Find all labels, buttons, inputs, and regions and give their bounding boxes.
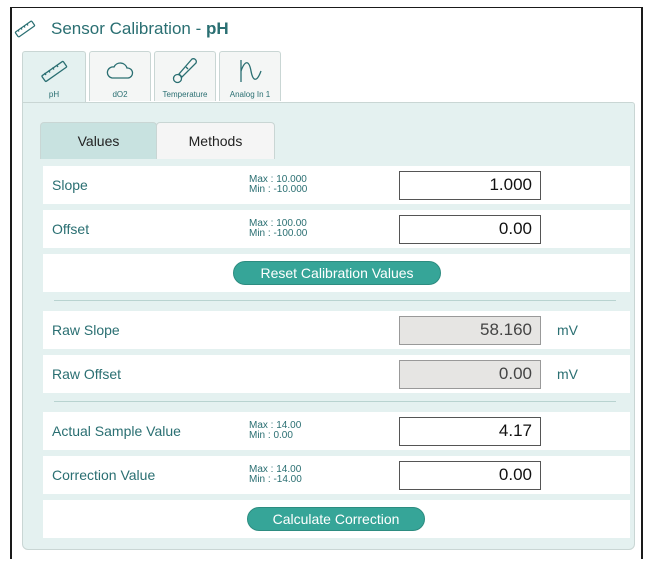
calibration-panel: Values Methods Slope Max : 10.000 Min : -… <box>22 102 635 550</box>
raw-offset-row: Raw Offset mV <box>43 355 630 393</box>
offset-min: Min : -100.00 <box>249 228 308 239</box>
reset-calibration-button[interactable]: Reset Calibration Values <box>233 261 441 285</box>
main-tabs: Values Methods <box>40 122 275 159</box>
actual-sample-row: Actual Sample Value Max : 14.00 Min : 0.0… <box>43 412 630 450</box>
slope-min: Min : -10.000 <box>249 184 308 195</box>
sensor-tab-label: Temperature <box>162 90 208 99</box>
raw-slope-label: Raw Slope <box>52 322 120 338</box>
reset-row: Reset Calibration Values <box>43 254 630 292</box>
divider <box>54 300 616 301</box>
title-prefix: Sensor Calibration - <box>51 19 206 38</box>
raw-slope-unit: mV <box>557 322 578 338</box>
calculate-correction-button[interactable]: Calculate Correction <box>247 507 425 531</box>
sensor-tab-label: pH <box>48 90 60 99</box>
raw-slope-value <box>399 315 541 345</box>
sensor-tab-label: Analog In 1 <box>229 90 271 99</box>
correction-min: Min : -14.00 <box>249 474 302 485</box>
page-title: Sensor Calibration - pH <box>51 19 229 39</box>
ph-probe-icon <box>41 60 68 82</box>
sensor-tab-label: dO2 <box>112 90 128 99</box>
actual-sample-min: Min : 0.00 <box>249 430 293 441</box>
correction-range: Max : 14.00 Min : -14.00 <box>249 465 302 485</box>
correction-label: Correction Value <box>52 467 156 483</box>
correction-row: Correction Value Max : 14.00 Min : -14.00 <box>43 456 630 494</box>
title-sensor: pH <box>205 19 229 38</box>
slope-row: Slope Max : 10.000 Min : -10.000 <box>43 166 630 204</box>
title-bar: Sensor Calibration - pH <box>12 14 229 44</box>
slope-input[interactable] <box>399 170 541 200</box>
raw-offset-value <box>399 359 541 389</box>
slope-range: Max : 10.000 Min : -10.000 <box>249 175 307 195</box>
sensor-tab-ph[interactable]: pH <box>22 51 86 103</box>
tab-methods[interactable]: Methods <box>156 122 275 159</box>
tab-values[interactable]: Values <box>40 122 157 159</box>
calculate-row: Calculate Correction <box>43 500 630 538</box>
raw-offset-label: Raw Offset <box>52 366 121 382</box>
thermometer-icon <box>172 58 197 84</box>
offset-range: Max : 100.00 Min : -100.00 <box>249 219 307 239</box>
cloud-icon <box>106 62 134 79</box>
actual-sample-label: Actual Sample Value <box>52 423 181 439</box>
raw-offset-unit: mV <box>557 366 578 382</box>
ph-probe-icon <box>14 20 36 38</box>
slope-label: Slope <box>52 177 88 193</box>
actual-sample-range: Max : 14.00 Min : 0.00 <box>249 421 301 441</box>
sensor-tab-analog-in-1[interactable]: Analog In 1 <box>219 51 281 101</box>
waveform-icon <box>240 60 262 82</box>
sensor-tab-temperature[interactable]: Temperature <box>154 51 216 101</box>
sensor-tabs: pH dO2 Temperature Analog In 1 <box>22 51 281 103</box>
offset-input[interactable] <box>399 214 541 244</box>
actual-sample-input[interactable] <box>399 416 541 446</box>
divider <box>54 401 616 402</box>
sensor-tab-do2[interactable]: dO2 <box>89 51 151 101</box>
offset-label: Offset <box>52 221 90 237</box>
offset-row: Offset Max : 100.00 Min : -100.00 <box>43 210 630 248</box>
raw-slope-row: Raw Slope mV <box>43 311 630 349</box>
correction-input[interactable] <box>399 460 541 490</box>
